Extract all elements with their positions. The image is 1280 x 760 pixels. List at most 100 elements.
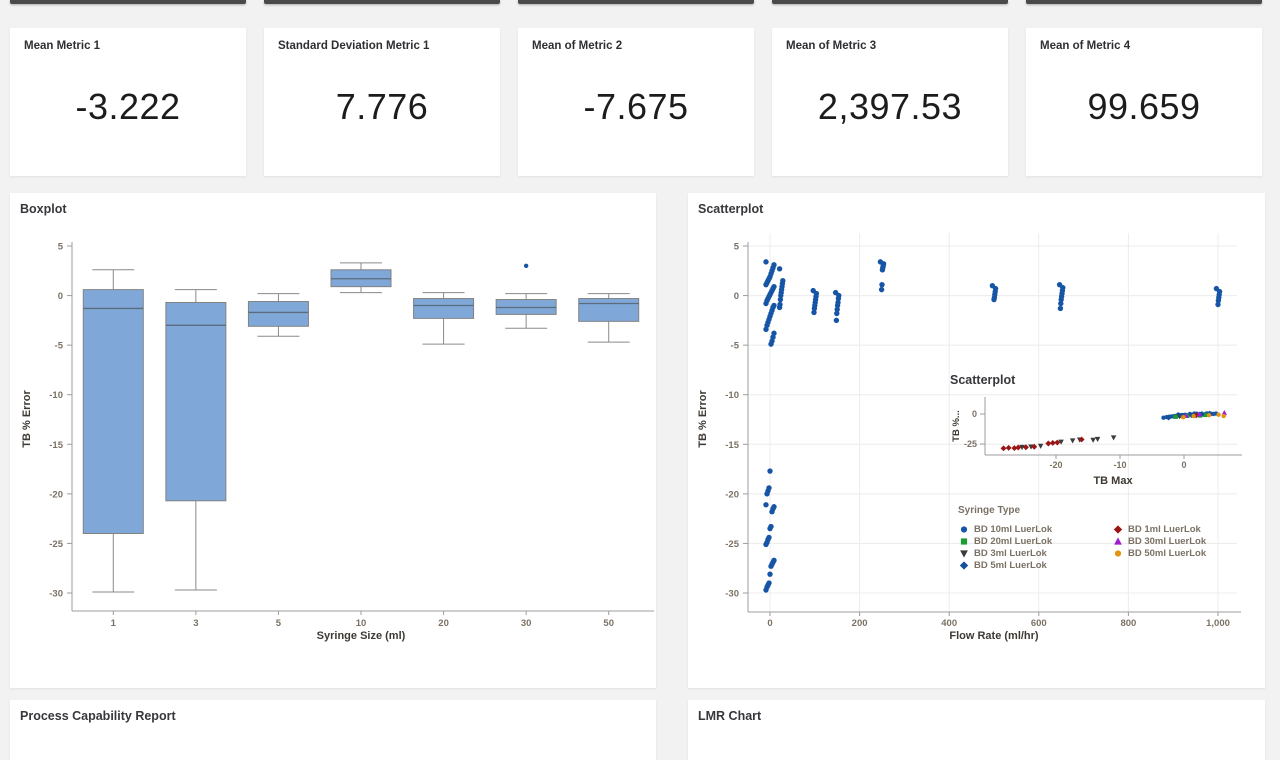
y-tick-label: -25: [49, 539, 63, 550]
legend-marker: [958, 536, 969, 546]
triangle-down-legend-marker-icon: [959, 548, 969, 558]
inset-x-tick-label: -20: [1049, 460, 1062, 470]
x-axis-label: Syringe Size (ml): [317, 630, 406, 642]
legend-entry: BD 30ml LuerLok: [1112, 535, 1240, 547]
data-point: [767, 571, 772, 576]
x-tick-label: 5: [276, 618, 282, 629]
boxplot-panel: Boxplot 50-5-10-15-20-25-3013510203050Sy…: [10, 193, 656, 688]
legend-label: BD 30ml LuerLok: [1128, 536, 1206, 547]
metric-card-title: Mean of Metric 2: [518, 28, 754, 52]
data-point: [1207, 413, 1211, 417]
y-tick-label: 0: [58, 291, 63, 302]
data-point: [767, 526, 772, 531]
legend-column: BD 10ml LuerLokBD 20ml LuerLokBD 3ml Lue…: [958, 523, 1086, 571]
legend-columns: BD 10ml LuerLokBD 20ml LuerLokBD 3ml Lue…: [958, 523, 1240, 571]
previous-row-card-edge: [772, 0, 1008, 4]
square-legend-marker-icon: [959, 536, 969, 546]
data-point: [1058, 301, 1063, 306]
metric-card-value: -3.222: [10, 52, 246, 176]
legend-marker: [958, 560, 969, 570]
boxplot-panel-title: Boxplot: [20, 202, 67, 216]
previous-row-card-edge: [518, 0, 754, 4]
data-point: [768, 564, 773, 569]
data-point: [1114, 537, 1122, 544]
data-point: [777, 305, 782, 310]
data-point: [777, 266, 782, 271]
y-tick-label: -20: [49, 489, 63, 500]
metric-card-value: 7.776: [264, 52, 500, 176]
x-tick-label: 1: [111, 618, 117, 629]
data-point: [880, 267, 885, 272]
y-axis-label: TB % Error: [697, 390, 709, 448]
data-point: [763, 587, 768, 592]
data-point: [763, 259, 768, 264]
inset-title: Scatterplot: [950, 373, 1016, 387]
legend-label: BD 10ml LuerLok: [974, 524, 1052, 535]
metric-card-mean-metric-3: Mean of Metric 3 2,397.53: [772, 28, 1008, 176]
data-point: [778, 297, 783, 302]
y-tick-label: -30: [725, 589, 739, 600]
lmr-chart-title: LMR Chart: [698, 709, 761, 723]
metric-card-title: Mean of Metric 3: [772, 28, 1008, 52]
legend-entry: BD 10ml LuerLok: [958, 523, 1086, 535]
inset-x-tick-label: -10: [1113, 460, 1126, 470]
data-point: [834, 311, 839, 316]
lmr-chart-panel: LMR Chart: [688, 700, 1265, 760]
data-point: [1181, 415, 1185, 419]
data-point: [1111, 435, 1117, 440]
circle-legend-marker-icon: [959, 524, 969, 534]
inset-y-axis-label: TB %...: [951, 410, 962, 442]
x-tick-label: 3: [193, 618, 198, 629]
data-point: [991, 297, 996, 302]
data-point: [1191, 414, 1195, 418]
legend-marker: [1112, 524, 1123, 534]
previous-row-card-edge: [264, 0, 500, 4]
data-point: [764, 491, 769, 496]
metric-card-value: 2,397.53: [772, 52, 1008, 176]
y-tick-label: -10: [49, 390, 63, 401]
inset-x-tick-label: 0: [1181, 460, 1186, 470]
scatterplot-panel-title: Scatterplot: [698, 202, 763, 216]
legend-marker: [958, 524, 969, 534]
data-point: [1090, 438, 1096, 443]
metric-card-value: 99.659: [1026, 52, 1262, 176]
x-tick-label: 10: [356, 618, 367, 629]
data-point: [767, 468, 772, 473]
inset-x-axis-label: TB Max: [1093, 475, 1133, 487]
legend-label: BD 5ml LuerLok: [974, 560, 1047, 571]
legend-entry: BD 1ml LuerLok: [1112, 523, 1240, 535]
process-capability-title: Process Capability Report: [20, 709, 176, 723]
legend-label: BD 3ml LuerLok: [974, 548, 1047, 559]
x-tick-label: 20: [438, 618, 449, 629]
legend-label: BD 50ml LuerLok: [1128, 548, 1206, 559]
y-tick-label: -5: [731, 341, 740, 352]
y-tick-label: -15: [725, 440, 739, 451]
data-point: [1114, 550, 1120, 556]
previous-row-card-edge: [1026, 0, 1262, 4]
metric-card-mean-metric-2: Mean of Metric 2 -7.675: [518, 28, 754, 176]
x-tick-label: 400: [941, 618, 957, 629]
legend-marker: [958, 548, 969, 558]
legend-entry: BD 50ml LuerLok: [1112, 547, 1240, 559]
data-point: [834, 318, 839, 323]
scatterplot-panel: Scatterplot 50-5-10-15-20-25-30020040060…: [688, 193, 1265, 688]
legend-label: BD 1ml LuerLok: [1128, 524, 1201, 535]
x-tick-label: 0: [767, 618, 772, 629]
data-point: [769, 509, 774, 514]
syringe-type-legend: Syringe Type BD 10ml LuerLokBD 20ml Luer…: [958, 505, 1240, 571]
x-axis-label: Flow Rate (ml/hr): [949, 630, 1039, 642]
data-point: [763, 327, 768, 332]
y-tick-label: -25: [725, 539, 739, 550]
data-point: [763, 282, 768, 287]
legend-marker: [1112, 548, 1123, 558]
data-point: [811, 310, 816, 315]
metric-card-mean-metric-1: Mean Metric 1 -3.222: [10, 28, 246, 176]
y-tick-label: 0: [734, 291, 739, 302]
inset-y-tick-label: 0: [972, 409, 977, 419]
legend-entry: BD 3ml LuerLok: [958, 547, 1086, 559]
data-point: [1070, 438, 1076, 443]
data-point: [1215, 302, 1220, 307]
y-tick-label: 5: [58, 242, 64, 253]
data-point: [524, 264, 528, 268]
data-point: [879, 287, 884, 292]
